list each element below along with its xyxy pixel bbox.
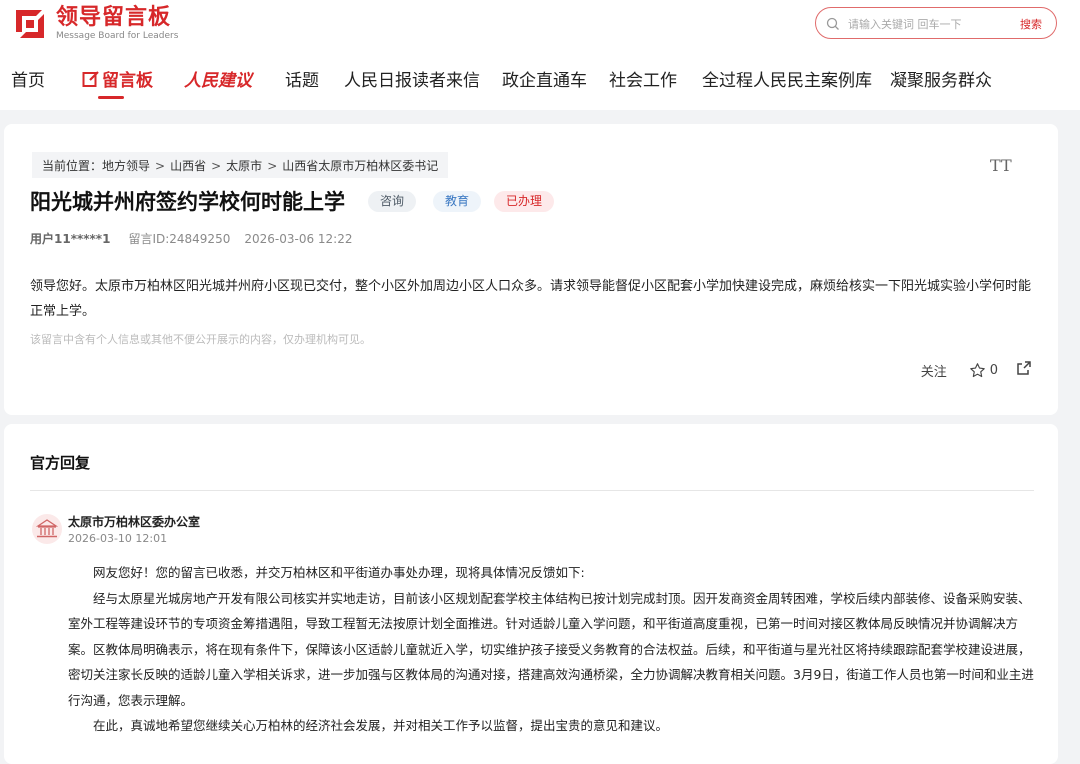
tag-consult: 咨询 bbox=[368, 191, 417, 212]
government-building-icon bbox=[32, 514, 62, 544]
star-icon bbox=[969, 362, 985, 377]
status-badge: 已办理 bbox=[494, 191, 555, 212]
reply-body: 网友您好！您的留言已收悉，并交万柏林区和平街道办事处办理，现将具体情况反馈如下:… bbox=[68, 560, 1036, 739]
message-id: 留言ID:24849250 bbox=[128, 232, 231, 246]
privacy-notice: 该留言中含有个人信息或其他不便公开展示的内容，仅办理机构可见。 bbox=[30, 333, 371, 346]
nav-item-enterprise-express[interactable]: 政企直通车 bbox=[502, 66, 587, 91]
nav-item-social-work[interactable]: 社会工作 bbox=[609, 66, 677, 91]
nav-item-topics[interactable]: 话题 bbox=[285, 66, 319, 91]
breadcrumb-link[interactable]: 太原市 bbox=[226, 157, 262, 174]
message-card: 当前位置：地方领导 > 山西省 > 太原市 > 山西省太原市万柏林区委书记 TT 阳光城并州… bbox=[4, 124, 1058, 415]
message-user: 用户11*****1 bbox=[30, 232, 111, 246]
nav-item-people-suggestion[interactable]: 人民建议 bbox=[184, 66, 252, 91]
search-button[interactable]: 搜索 bbox=[1020, 16, 1042, 32]
reply-org-name: 太原市万柏林区委办公室 bbox=[68, 515, 201, 529]
reply-date: 2026-03-10 12:01 bbox=[68, 532, 168, 545]
message-actions: 关注 0 bbox=[921, 360, 1032, 380]
nav-item-message-board[interactable]: 留言板 bbox=[82, 66, 153, 91]
like-button[interactable]: 0 bbox=[969, 362, 998, 379]
logo-mark-icon bbox=[12, 6, 48, 42]
search-input[interactable] bbox=[848, 14, 1008, 34]
font-size-toggle-icon[interactable]: TT bbox=[990, 156, 1012, 175]
tag-education: 教育 bbox=[433, 191, 482, 212]
reply-heading: 官方回复 bbox=[30, 454, 91, 472]
breadcrumb: 当前位置：地方领导 > 山西省 > 太原市 > 山西省太原市万柏林区委书记 bbox=[32, 152, 449, 178]
reply-paragraph: 网友您好！您的留言已收悉，并交万柏林区和平街道办事处办理，现将具体情况反馈如下: bbox=[93, 565, 585, 580]
follow-button[interactable]: 关注 bbox=[921, 361, 947, 380]
breadcrumb-link[interactable]: 山西省太原市万柏林区委书记 bbox=[282, 157, 438, 174]
share-icon[interactable] bbox=[1016, 360, 1032, 380]
logo-subtitle: Message Board for Leaders bbox=[56, 31, 179, 41]
site-logo[interactable]: 领导留言板 Message Board for Leaders bbox=[12, 6, 178, 42]
edit-icon bbox=[82, 70, 99, 87]
nav-label-message-board: 留言板 bbox=[102, 71, 153, 91]
breadcrumb-separator: > bbox=[155, 159, 166, 173]
message-title: 阳光城并州府签约学校何时能上学 bbox=[30, 190, 345, 214]
logo-title: 领导留言板 bbox=[56, 5, 172, 30]
like-count: 0 bbox=[989, 362, 998, 378]
message-content: 领导您好。太原市万柏林区阳光城并州府小区现已交付，整个小区外加周边小区人口众多。… bbox=[30, 279, 1032, 319]
reply-divider bbox=[30, 490, 1034, 491]
search-icon bbox=[826, 16, 840, 30]
reply-paragraph: 在此，真诚地希望您继续关心万柏林的经济社会发展，并对相关工作予以监督，提出宝贵的… bbox=[93, 718, 669, 733]
message-datetime: 2026-03-06 12:22 bbox=[244, 232, 353, 246]
breadcrumb-separator: > bbox=[267, 159, 278, 173]
reply-paragraph: 经与太原星光城房地产开发有限公司核实并实地走访，目前该小区规划配套学校主体结构已… bbox=[68, 590, 1034, 708]
breadcrumb-separator: > bbox=[211, 159, 222, 173]
nav-item-democracy-cases[interactable]: 全过程人民民主案例库 bbox=[702, 66, 872, 91]
site-header: 领导留言板 Message Board for Leaders 搜索 首页 留言… bbox=[0, 0, 1080, 110]
nav-item-home[interactable]: 首页 bbox=[11, 66, 45, 91]
nav-item-serve-people[interactable]: 凝聚服务群众 bbox=[890, 66, 992, 91]
official-reply-card: 官方回复 太原市万柏林区委办公室 2026-03-10 12:01 网友您好！您… bbox=[4, 424, 1058, 764]
main-nav: 首页 留言板 人民建议 话题 人民日报读者来信 政企直通车 社会工作 全过程人民… bbox=[0, 60, 1080, 100]
breadcrumb-link[interactable]: 山西省 bbox=[170, 157, 206, 174]
nav-item-readers-letters[interactable]: 人民日报读者来信 bbox=[344, 66, 480, 91]
search-box: 搜索 bbox=[815, 7, 1057, 39]
breadcrumb-prefix: 当前位置： bbox=[42, 159, 103, 173]
message-meta: 用户11*****1 留言ID:24849250 2026-03-06 12:22 bbox=[30, 230, 352, 247]
nav-active-underline bbox=[98, 96, 124, 99]
breadcrumb-link[interactable]: 地方领导 bbox=[102, 157, 150, 174]
